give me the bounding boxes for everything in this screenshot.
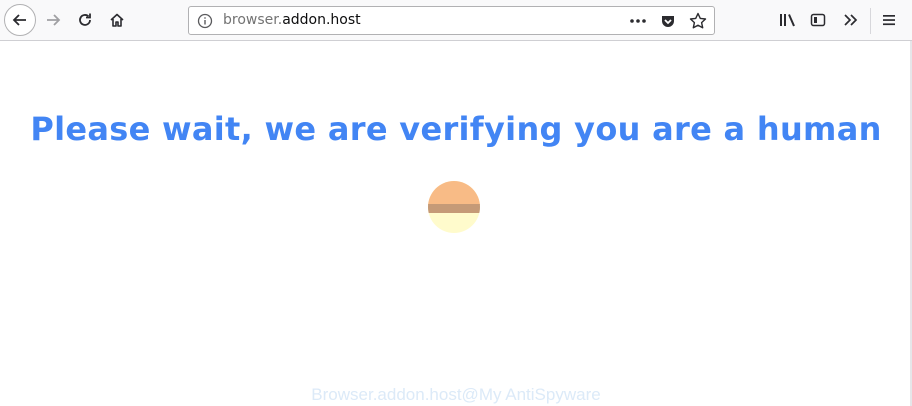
overflow-icon bbox=[844, 14, 858, 26]
page-headline: Please wait, we are verifying you are a … bbox=[30, 110, 882, 148]
bookmark-button[interactable] bbox=[688, 11, 708, 31]
info-icon[interactable] bbox=[197, 13, 213, 29]
browser-toolbar: browser.addon.host bbox=[0, 0, 912, 41]
sidebar-icon bbox=[810, 13, 826, 27]
url-host: addon.host bbox=[282, 12, 361, 28]
forward-icon bbox=[47, 14, 61, 26]
home-button[interactable] bbox=[102, 5, 132, 35]
back-icon bbox=[12, 14, 26, 26]
pocket-icon bbox=[662, 16, 674, 27]
page-actions-icon bbox=[630, 19, 646, 23]
toolbar-divider bbox=[870, 8, 871, 34]
home-icon bbox=[110, 13, 124, 27]
page-actions-button[interactable] bbox=[628, 11, 648, 31]
back-button[interactable] bbox=[4, 4, 36, 36]
menu-icon bbox=[883, 15, 895, 26]
pocket-button[interactable] bbox=[658, 11, 678, 31]
reload-button[interactable] bbox=[70, 5, 100, 35]
library-icon bbox=[780, 14, 795, 27]
url-text[interactable]: browser.addon.host bbox=[223, 12, 361, 28]
reload-icon bbox=[79, 13, 91, 26]
url-prefix: browser. bbox=[223, 12, 283, 28]
menu-button[interactable] bbox=[874, 5, 904, 35]
library-button[interactable] bbox=[773, 5, 803, 35]
overflow-button[interactable] bbox=[835, 5, 865, 35]
bookmark-star-icon bbox=[689, 12, 707, 29]
sidebar-button[interactable] bbox=[803, 5, 833, 35]
forward-button[interactable] bbox=[38, 5, 68, 35]
loading-spinner-icon bbox=[428, 181, 480, 233]
url-bar[interactable]: browser.addon.host bbox=[188, 6, 715, 35]
watermark-text: Browser.addon.host@My AntiSpyware bbox=[311, 385, 601, 404]
